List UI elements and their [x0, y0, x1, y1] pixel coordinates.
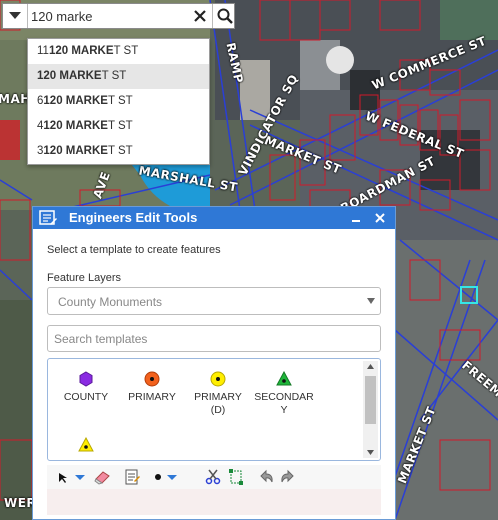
green-triangle-icon [276, 371, 292, 386]
template-label: SECONDAR Y [254, 391, 314, 416]
template-search-input[interactable] [54, 330, 372, 348]
search-source-dropdown[interactable] [3, 4, 28, 28]
suggestion-item[interactable]: 120 MARKET ST [28, 64, 209, 89]
reshape-icon[interactable] [227, 467, 245, 487]
suggestion-item[interactable]: 3120 MARKET ST [28, 139, 209, 164]
close-icon [375, 213, 385, 223]
panel-title: Engineers Edit Tools [69, 210, 198, 225]
edit-tools-panel: Engineers Edit Tools Select a template t… [32, 206, 396, 520]
edit-toolbar [47, 465, 381, 489]
template-label: COUNTY [63, 391, 109, 403]
template-scrollbar[interactable] [363, 361, 378, 458]
search-input[interactable] [31, 6, 189, 26]
orange-circle-icon [144, 371, 160, 387]
edit-list-icon [39, 210, 57, 225]
eraser-icon[interactable] [93, 467, 111, 487]
close-panel-button[interactable] [373, 211, 387, 225]
suggestion-item[interactable]: 6120 MARKET ST [28, 89, 209, 114]
yellow-triangle-icon [78, 437, 94, 452]
template-tertiary[interactable] [56, 437, 116, 453]
feature-layers-label: Feature Layers [47, 272, 121, 284]
undo-icon[interactable] [257, 467, 275, 487]
purple-hexagon-icon [79, 371, 93, 387]
template-search [47, 325, 381, 352]
template-grid: COUNTY PRIMARY PRIMARY (D) SECONDAR Y [47, 358, 381, 461]
suggestion-item[interactable]: 4120 MARKET ST [28, 114, 209, 139]
search-suggestions: 11120 MARKET ST 120 MARKET ST 6120 MARKE… [27, 38, 210, 165]
search-bar [2, 3, 235, 29]
select-arrow-icon[interactable] [57, 467, 69, 487]
minimize-button[interactable] [349, 207, 363, 229]
template-primary[interactable]: PRIMARY [122, 371, 182, 404]
template-label: PRIMARY [128, 391, 176, 403]
panel-footer-area [47, 489, 381, 515]
close-icon [194, 10, 206, 22]
dropdown-icon[interactable] [75, 467, 85, 487]
template-secondary[interactable]: SECONDAR Y [254, 371, 314, 417]
search-icon [217, 8, 233, 24]
clear-search-button[interactable] [191, 7, 209, 25]
search-button[interactable] [212, 4, 236, 28]
dropdown-icon[interactable] [167, 467, 177, 487]
instruction-text: Select a template to create features [47, 244, 221, 256]
feature-layer-select[interactable]: County Monuments [47, 287, 381, 315]
panel-titlebar[interactable]: Engineers Edit Tools [33, 207, 395, 229]
template-primary-d[interactable]: PRIMARY (D) [188, 371, 248, 417]
minimize-icon [352, 220, 360, 222]
point-icon[interactable] [153, 467, 163, 487]
attributes-icon[interactable] [123, 467, 141, 487]
triangle-down-icon [9, 12, 21, 19]
chevron-down-icon [367, 298, 375, 304]
template-label: PRIMARY (D) [194, 391, 242, 416]
redo-icon[interactable] [279, 467, 297, 487]
suggestion-item[interactable]: 11120 MARKET ST [28, 39, 209, 64]
yellow-circle-icon [210, 371, 226, 387]
template-county[interactable]: COUNTY [56, 371, 116, 404]
selected-layer: County Monuments [58, 295, 163, 309]
cut-icon[interactable] [205, 467, 221, 487]
